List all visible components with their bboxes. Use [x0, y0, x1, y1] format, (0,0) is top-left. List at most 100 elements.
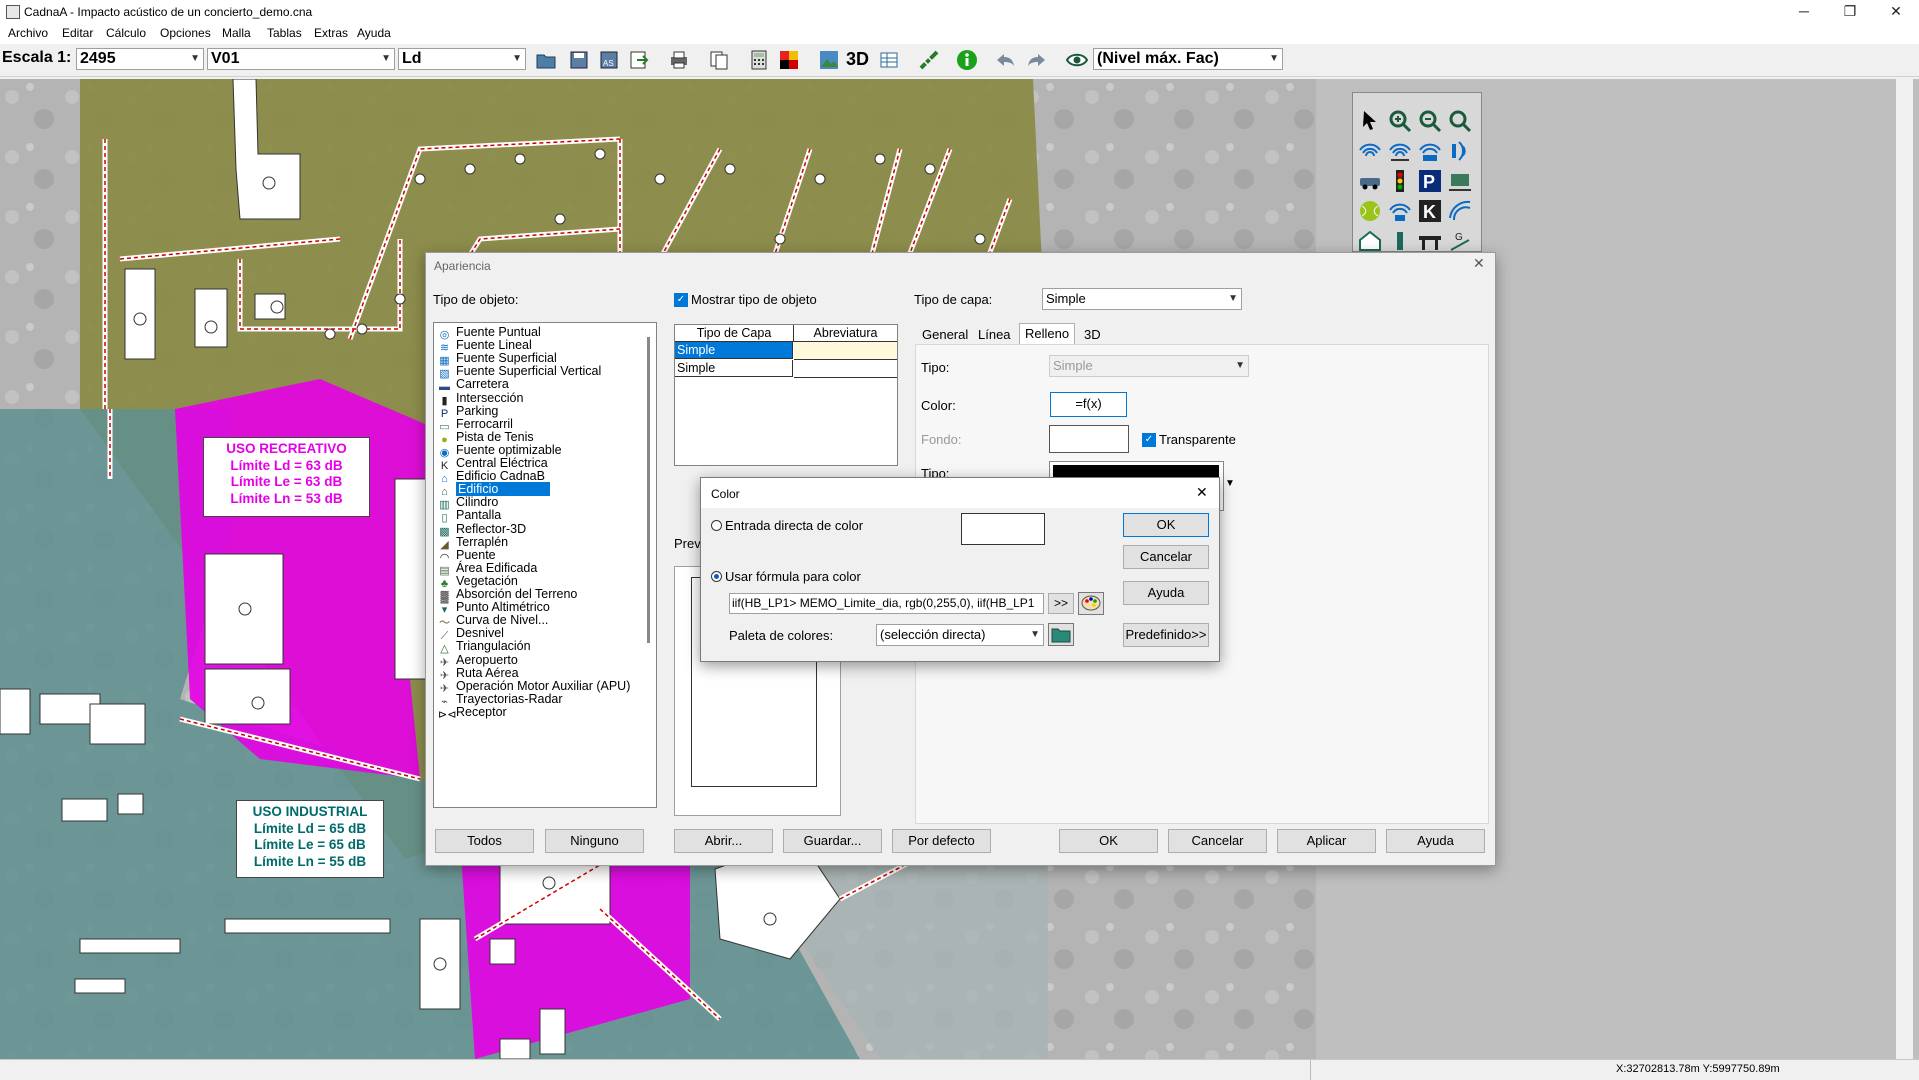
- save-as-icon[interactable]: AS: [598, 49, 620, 71]
- menu-ayuda[interactable]: Ayuda: [357, 26, 391, 40]
- direct-color-radio[interactable]: [711, 520, 722, 531]
- ok-button[interactable]: OK: [1059, 829, 1158, 853]
- pointer-icon[interactable]: [1357, 108, 1383, 134]
- traffic-light-icon[interactable]: [1387, 168, 1413, 194]
- tennis-icon[interactable]: [1357, 198, 1383, 224]
- formula-expand-button[interactable]: >>: [1048, 593, 1074, 614]
- object-type-list[interactable]: ◎ Fuente Puntual ≋ Fuente Lineal ▦ Fuente Sup…: [433, 322, 657, 808]
- export-icon[interactable]: [628, 49, 650, 71]
- guardar-button[interactable]: Guardar...: [783, 829, 882, 853]
- tab-3d[interactable]: 3D: [1079, 325, 1106, 344]
- calculator-icon[interactable]: [748, 49, 770, 71]
- table-cell[interactable]: [794, 342, 897, 360]
- menu-tablas[interactable]: Tablas: [267, 26, 302, 40]
- menu-archivo[interactable]: Archivo: [8, 26, 48, 40]
- menu-calculo[interactable]: Cálculo: [106, 26, 146, 40]
- table-cell[interactable]: [794, 360, 897, 378]
- recreativo-ln: Límite Ln = 53 dB: [230, 490, 343, 506]
- optimizable-source-icon[interactable]: [1387, 198, 1413, 224]
- terrain-icon[interactable]: [818, 49, 840, 71]
- tab-relleno[interactable]: Relleno: [1019, 323, 1076, 345]
- building-icon[interactable]: [1357, 228, 1383, 254]
- variant-combo[interactable]: V01 ▼: [207, 48, 395, 70]
- help-button[interactable]: Ayuda: [1386, 829, 1485, 853]
- zoom-in-icon[interactable]: [1387, 108, 1413, 134]
- apply-button[interactable]: Aplicar: [1277, 829, 1376, 853]
- layer-type-combo[interactable]: Simple ▼: [1042, 288, 1242, 310]
- layer-table-header-abrev[interactable]: Abreviatura: [794, 325, 897, 342]
- table-row[interactable]: Simple: [675, 342, 793, 359]
- abrir-button[interactable]: Abrir...: [674, 829, 773, 853]
- color-ok-button[interactable]: OK: [1123, 513, 1209, 537]
- vertical-area-source-icon[interactable]: [1447, 138, 1473, 164]
- folder-icon[interactable]: [1048, 623, 1074, 646]
- formula-color-radio[interactable]: [711, 571, 722, 582]
- palette-icon[interactable]: [1078, 592, 1104, 615]
- list-scrollbar-thumb[interactable]: [647, 337, 650, 643]
- chevron-down-icon: ▼: [190, 53, 200, 64]
- fondo-label: Fondo:: [921, 432, 962, 447]
- background-color-swatch[interactable]: [1049, 425, 1129, 453]
- todos-button[interactable]: Todos: [435, 829, 534, 853]
- maximize-button[interactable]: ❐: [1827, 0, 1873, 24]
- color-help-button[interactable]: Ayuda: [1123, 581, 1209, 605]
- ninguno-button[interactable]: Ninguno: [545, 829, 644, 853]
- layer-table-header-tipo[interactable]: Tipo de Capa: [675, 325, 794, 342]
- transparent-checkbox[interactable]: ✓: [1142, 433, 1156, 447]
- direct-color-swatch[interactable]: [961, 513, 1045, 545]
- layer-table[interactable]: Tipo de Capa Abreviatura Simple Simple: [674, 324, 898, 466]
- ground-absorption-icon[interactable]: G: [1447, 228, 1473, 254]
- barrier-icon[interactable]: [1387, 228, 1413, 254]
- color-formula-button[interactable]: =f(x): [1050, 392, 1127, 417]
- building-cadnab-icon[interactable]: [1447, 198, 1473, 224]
- fill-type-combo[interactable]: Simple ▼: [1049, 355, 1249, 377]
- parking-icon[interactable]: P: [1417, 168, 1443, 194]
- print-icon[interactable]: [668, 49, 690, 71]
- level-combo[interactable]: Ld ▼: [398, 48, 526, 70]
- tab-linea[interactable]: Línea: [973, 325, 1016, 344]
- close-icon[interactable]: ✕: [1473, 255, 1485, 272]
- formula-input[interactable]: iif(HB_LP1> MEMO_Limite_dia, rgb(0,255,0…: [729, 593, 1044, 614]
- minimize-button[interactable]: ─: [1781, 0, 1827, 24]
- measure-icon[interactable]: [918, 49, 940, 71]
- zoom-fit-icon[interactable]: [1447, 108, 1473, 134]
- menu-malla[interactable]: Malla: [222, 26, 251, 40]
- eye-icon[interactable]: [1066, 49, 1088, 71]
- show-type-checkbox[interactable]: ✓: [674, 293, 688, 307]
- por-defecto-button[interactable]: Por defecto: [892, 829, 991, 853]
- grid-mode-combo[interactable]: (Nivel máx. Fac) ▼: [1093, 48, 1283, 70]
- scale-combo[interactable]: 2495 ▼: [76, 48, 204, 70]
- open-folder-icon[interactable]: [535, 49, 557, 71]
- vertical-scrollbar[interactable]: [1896, 79, 1913, 1059]
- railway-icon[interactable]: [1447, 168, 1473, 194]
- color-cancel-button[interactable]: Cancelar: [1123, 545, 1209, 569]
- redo-icon[interactable]: [1026, 49, 1048, 71]
- menu-editar[interactable]: Editar: [62, 26, 93, 40]
- grid-map-icon[interactable]: [778, 49, 800, 71]
- menu-extras[interactable]: Extras: [314, 26, 348, 40]
- table-row[interactable]: Simple: [675, 360, 793, 377]
- save-icon[interactable]: [568, 49, 590, 71]
- point-source-icon[interactable]: [1357, 138, 1383, 164]
- cancel-button[interactable]: Cancelar: [1168, 829, 1267, 853]
- area-source-icon[interactable]: [1417, 138, 1443, 164]
- list-item[interactable]: ⊳⊲Receptor: [438, 704, 636, 721]
- tab-general[interactable]: General: [917, 325, 973, 344]
- info-icon[interactable]: [956, 49, 978, 71]
- palette-combo[interactable]: (selección directa) ▼: [876, 624, 1044, 646]
- industrial-legend: USO INDUSTRIAL Límite Ld = 65 dB Límite …: [236, 800, 384, 878]
- close-icon[interactable]: ✕: [1196, 484, 1208, 501]
- copy-icon[interactable]: [708, 49, 730, 71]
- power-plant-icon[interactable]: K: [1417, 198, 1443, 224]
- view-3d-button[interactable]: 3D: [846, 49, 869, 70]
- menu-opciones[interactable]: Opciones: [160, 26, 211, 40]
- bridge-icon[interactable]: [1417, 228, 1443, 254]
- undo-icon[interactable]: [994, 49, 1016, 71]
- road-icon[interactable]: [1357, 168, 1383, 194]
- line-source-icon[interactable]: [1387, 138, 1413, 164]
- zoom-out-icon[interactable]: [1417, 108, 1443, 134]
- level-value: Ld: [402, 50, 422, 67]
- close-window-button[interactable]: ✕: [1873, 0, 1919, 24]
- table-icon[interactable]: [878, 49, 900, 71]
- predefined-button[interactable]: Predefinido>>: [1123, 623, 1209, 647]
